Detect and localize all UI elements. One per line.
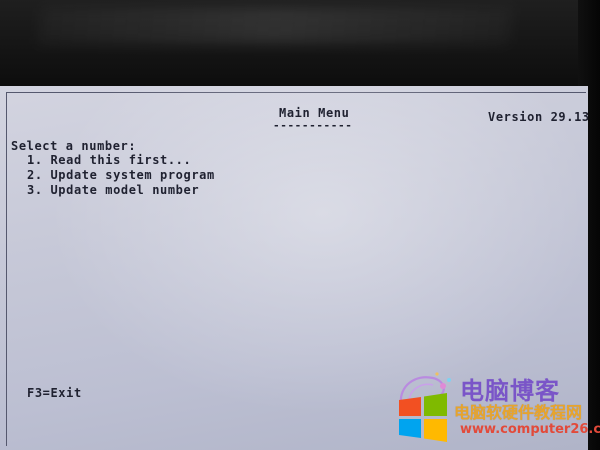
screen-frame-left bbox=[6, 92, 7, 446]
watermark-subtitle: 电脑软硬件教程网 bbox=[454, 403, 583, 422]
page-title: Main Menu bbox=[279, 106, 350, 120]
menu-item-update-model-number[interactable]: 3. Update model number bbox=[27, 183, 199, 197]
version-label: Version 29.13 bbox=[488, 110, 588, 124]
watermark-url: www.computer26.com bbox=[460, 422, 600, 437]
windows-logo-icon bbox=[399, 393, 447, 442]
monitor-bezel-top bbox=[0, 0, 600, 86]
menu-item-read-first[interactable]: 1. Read this first... bbox=[27, 153, 191, 167]
exit-key-hint[interactable]: F3=Exit bbox=[27, 386, 82, 400]
selection-prompt: Select a number: bbox=[11, 139, 137, 153]
title-underline: ----------- bbox=[273, 119, 353, 132]
site-watermark: 电脑博客 电脑软硬件教程网 www.computer26.com bbox=[395, 368, 600, 450]
bezel-reflection bbox=[38, 8, 512, 44]
screen-frame-top bbox=[6, 92, 586, 93]
menu-item-update-system-program[interactable]: 2. Update system program bbox=[27, 168, 215, 182]
